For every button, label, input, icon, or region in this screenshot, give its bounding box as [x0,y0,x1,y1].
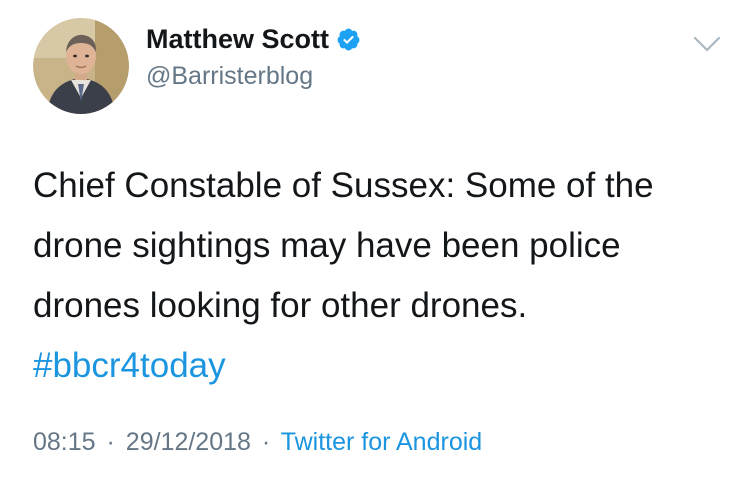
avatar[interactable] [33,18,129,114]
profile-photo-icon [33,18,129,114]
tweet-text: Chief Constable of Sussex: Some of the d… [33,156,733,396]
tweet-text-line: drone sightings may have been police [33,226,621,265]
tweet-text-line: Chief Constable of Sussex: Some of the [33,166,654,205]
meta-separator: · [261,428,271,456]
tweet-card: Matthew Scott @Barristerblog Chief Const… [0,0,750,480]
tweet-time[interactable]: 08:15 [33,428,96,456]
tweet-source-link[interactable]: Twitter for Android [281,428,482,456]
author-display-name[interactable]: Matthew Scott [146,24,329,55]
author-handle[interactable]: @Barristerblog [146,62,313,91]
chevron-down-icon[interactable] [693,34,721,54]
verified-badge-icon [336,27,361,52]
meta-separator: · [106,428,115,456]
hashtag-link[interactable]: #bbcr4today [33,336,733,396]
tweet-date[interactable]: 29/12/2018 [126,428,251,456]
author-name-row[interactable]: Matthew Scott [146,24,361,55]
tweet-meta: 08:15 · 29/12/2018 · Twitter for Android [33,428,482,457]
tweet-text-line: drones looking for other drones. [33,286,528,325]
